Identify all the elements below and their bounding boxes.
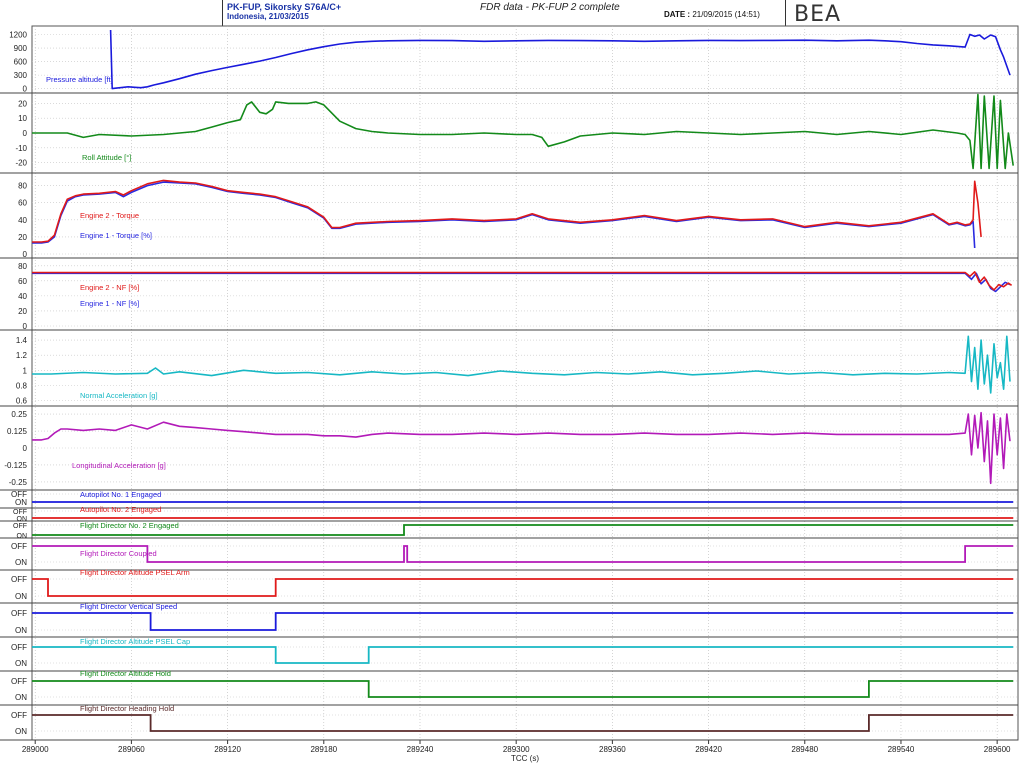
y-tick-label: 40 [18, 216, 27, 225]
state-label-on: ON [15, 498, 27, 507]
state-label-off: OFF [11, 542, 27, 551]
x-tick-label: 289540 [888, 745, 915, 754]
x-tick-label: 289420 [695, 745, 722, 754]
y-tick-label: 0.25 [11, 410, 27, 419]
state-label-on: ON [17, 516, 28, 523]
y-tick-label: 10 [18, 114, 27, 123]
series-line-roll-0 [32, 93, 1014, 170]
y-tick-label: 20 [18, 307, 27, 316]
y-tick-label: 80 [18, 182, 27, 191]
y-tick-label: -20 [15, 159, 27, 168]
series-label: Engine 2 - NF [%] [80, 283, 139, 292]
series-line-torque-1 [32, 179, 982, 243]
state-label-off: OFF [13, 523, 27, 530]
y-tick-label: 60 [18, 199, 27, 208]
state-label-on: ON [17, 533, 28, 540]
y-tick-label: 80 [18, 262, 27, 271]
discrete-label: Flight Director Altitude Hold [80, 669, 171, 678]
series-line-altitude-0 [109, 29, 1011, 90]
discrete-trace-2 [32, 524, 1014, 536]
state-label-off: OFF [11, 677, 27, 686]
discrete-trace-4 [32, 578, 1014, 597]
y-tick-label: 0 [23, 444, 28, 453]
discrete-label: Flight Director No. 2 Engaged [80, 521, 179, 530]
x-tick-label: 289180 [310, 745, 337, 754]
y-tick-label: 20 [18, 233, 27, 242]
discrete-trace-5 [32, 612, 1014, 631]
y-tick-label: 0 [23, 85, 28, 94]
x-tick-label: 289240 [407, 745, 434, 754]
series-label: Normal Acceleration [g] [80, 391, 158, 400]
y-tick-label: 1.4 [16, 336, 28, 345]
y-tick-label: 0 [23, 129, 28, 138]
y-tick-label: 0 [23, 322, 28, 331]
y-tick-label: 1.2 [16, 351, 28, 360]
y-tick-label: -0.125 [4, 461, 27, 470]
series-label: Engine 1 - Torque [%] [80, 231, 152, 240]
state-label-off: OFF [11, 711, 27, 720]
state-label-off: OFF [11, 609, 27, 618]
series-label: Roll Attitude [°] [82, 153, 131, 162]
state-label-off: OFF [13, 509, 27, 516]
series-line-nz-0 [32, 335, 1011, 394]
y-tick-label: 600 [14, 58, 28, 67]
y-tick-label: 20 [18, 99, 27, 108]
state-label-on: ON [15, 693, 27, 702]
y-tick-label: 300 [14, 71, 28, 80]
discrete-label: Flight Director Altitude PSEL Cap [80, 637, 190, 646]
state-label-on: ON [15, 558, 27, 567]
series-label: Pressure altitude [ft] [46, 75, 113, 84]
x-tick-label: 289300 [503, 745, 530, 754]
discrete-label: Autopilot No. 1 Engaged [80, 490, 161, 499]
state-label-on: ON [15, 592, 27, 601]
y-tick-label: 0.8 [16, 381, 28, 390]
discrete-trace-8 [32, 714, 1014, 732]
series-line-torque-0 [32, 181, 976, 249]
state-label-on: ON [15, 626, 27, 635]
x-tick-label: 289120 [214, 745, 241, 754]
discrete-label: Flight Director Coupled [80, 549, 157, 558]
state-label-on: ON [15, 727, 27, 736]
discrete-label: Flight Director Altitude PSEL Arm [80, 568, 190, 577]
series-label: Engine 2 - Torque [80, 211, 139, 220]
y-tick-label: -10 [15, 144, 27, 153]
x-tick-label: 289000 [22, 745, 49, 754]
x-tick-label: 289360 [599, 745, 626, 754]
state-label-on: ON [15, 659, 27, 668]
y-tick-label: 1200 [9, 31, 27, 40]
state-label-off: OFF [11, 575, 27, 584]
y-tick-label: 1 [23, 366, 28, 375]
y-tick-label: 0.6 [16, 396, 28, 405]
discrete-trace-7 [32, 680, 1014, 698]
discrete-trace-6 [32, 646, 1014, 664]
y-tick-label: 0 [23, 250, 28, 259]
fdr-plot: 289000 289060 289120 289180 289240 289300 2893… [0, 25, 1019, 763]
discrete-trace-3 [32, 545, 1014, 563]
x-tick-label: 289060 [118, 745, 145, 754]
discrete-label: Flight Director Heading Hold [80, 704, 174, 713]
y-tick-label: 900 [14, 44, 28, 53]
discrete-label: Autopilot No. 2 Engaged [80, 505, 161, 514]
state-label-off: OFF [11, 643, 27, 652]
y-tick-label: 0.125 [7, 427, 28, 436]
x-axis-label: TCC (s) [511, 754, 539, 763]
y-tick-label: -0.25 [9, 478, 28, 487]
series-label: Longitudinal Acceleration [g] [72, 461, 166, 470]
x-tick-label: 289600 [984, 745, 1011, 754]
y-tick-label: 60 [18, 277, 27, 286]
series-line-nf-0 [32, 272, 1011, 293]
x-tick-label: 289480 [791, 745, 818, 754]
fdr-chart-page: PK-FUP, Sikorsky S76A/C+ Indonesia, 21/0… [0, 0, 1024, 763]
discrete-label: Flight Director Vertical Speed [80, 602, 177, 611]
series-label: Engine 1 - NF [%] [80, 299, 139, 308]
y-tick-label: 40 [18, 292, 27, 301]
